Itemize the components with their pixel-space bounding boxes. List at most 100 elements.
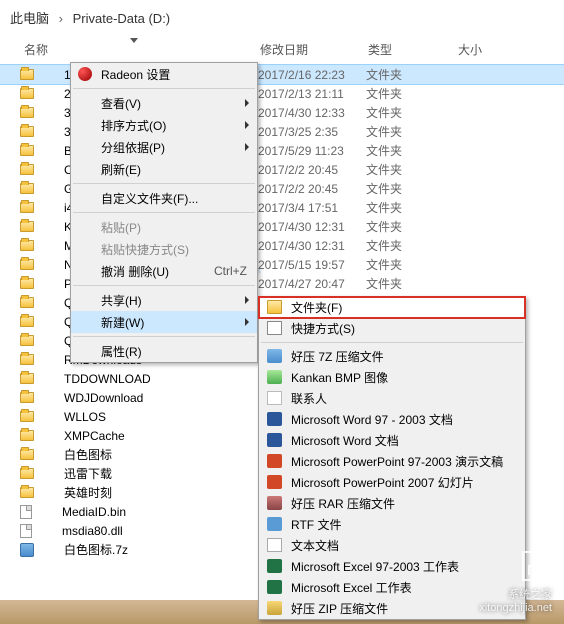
menu-refresh[interactable]: 刷新(E) (71, 158, 257, 180)
breadcrumb-sep: › (59, 11, 63, 26)
chevron-right-icon (245, 318, 249, 326)
file-name: WDJDownload (40, 391, 258, 405)
submenu-item[interactable]: 好压 RAR 压缩文件 (259, 493, 525, 514)
folder-icon (20, 240, 34, 251)
menu-radeon[interactable]: Radeon 设置 (71, 63, 257, 85)
col-date[interactable]: 修改日期 (260, 41, 368, 58)
submenu-label: Microsoft Word 97 - 2003 文档 (291, 411, 453, 428)
submenu-label: 文件夹(F) (291, 299, 342, 316)
submenu-label: 好压 RAR 压缩文件 (291, 495, 395, 512)
breadcrumb-current[interactable]: Private-Data (D:) (73, 11, 171, 26)
folder-icon (20, 468, 34, 479)
file-type: 文件夹 (366, 218, 456, 235)
folder-icon (20, 183, 34, 194)
submenu-item[interactable]: 文件夹(F) (259, 297, 525, 318)
menu-sep (73, 183, 255, 184)
file-type: 文件夹 (366, 66, 456, 83)
radeon-icon (78, 67, 92, 81)
menu-sort[interactable]: 排序方式(O) (71, 114, 257, 136)
filetype-icon (267, 454, 282, 468)
menu-group[interactable]: 分组依据(P) (71, 136, 257, 158)
folder-icon (20, 354, 34, 365)
file-name: 白色图标.7z (40, 541, 258, 558)
submenu-item[interactable]: Microsoft Word 文档 (259, 430, 525, 451)
file-type: 文件夹 (366, 275, 456, 292)
menu-view[interactable]: 查看(V) (71, 92, 257, 114)
menu-sep (73, 336, 255, 337)
file-date: 2017/4/30 12:31 (258, 239, 366, 253)
submenu-label: 好压 7Z 压缩文件 (291, 348, 384, 365)
submenu-item[interactable]: Microsoft PowerPoint 97-2003 演示文稿 (259, 451, 525, 472)
chevron-right-icon (245, 296, 249, 304)
filetype-icon (267, 433, 282, 447)
menu-new[interactable]: 新建(W) (71, 311, 257, 333)
chevron-right-icon (245, 121, 249, 129)
folder-icon (20, 392, 34, 403)
folder-icon (20, 164, 34, 175)
file-name: WLLOS (40, 410, 258, 424)
submenu-item[interactable]: Microsoft Word 97 - 2003 文档 (259, 409, 525, 430)
file-type: 文件夹 (366, 142, 456, 159)
menu-sep (73, 285, 255, 286)
file-date: 2017/2/13 21:11 (258, 87, 366, 101)
file-type: 文件夹 (366, 85, 456, 102)
folder-icon (20, 449, 34, 460)
file-name: msdia80.dll (38, 524, 256, 538)
logo-icon (522, 551, 552, 581)
submenu-item[interactable]: RTF 文件 (259, 514, 525, 535)
menu-properties[interactable]: 属性(R) (71, 340, 257, 362)
shortcut-label: Ctrl+Z (214, 264, 247, 278)
col-size[interactable]: 大小 (458, 41, 518, 58)
file-date: 2017/4/30 12:31 (258, 220, 366, 234)
folder-icon (20, 297, 34, 308)
submenu-label: 好压 ZIP 压缩文件 (291, 600, 388, 617)
breadcrumb-root[interactable]: 此电脑 (10, 11, 49, 26)
file-type: 文件夹 (366, 180, 456, 197)
filetype-icon (267, 496, 282, 510)
submenu-label: Microsoft Word 文档 (291, 432, 399, 449)
filetype-icon (267, 391, 282, 405)
submenu-item[interactable]: Microsoft PowerPoint 2007 幻灯片 (259, 472, 525, 493)
logo-watermark: 系统之家 xitongzhijia.net (479, 551, 552, 614)
file-date: 2017/5/15 19:57 (258, 258, 366, 272)
menu-share[interactable]: 共享(H) (71, 289, 257, 311)
menu-undo[interactable]: 撤消 删除(U)Ctrl+Z (71, 260, 257, 282)
folder-icon (20, 316, 34, 327)
submenu-item[interactable]: 好压 7Z 压缩文件 (259, 346, 525, 367)
submenu-label: Microsoft PowerPoint 97-2003 演示文稿 (291, 453, 503, 470)
breadcrumb[interactable]: 此电脑 › Private-Data (D:) (0, 0, 564, 35)
filetype-icon (267, 349, 282, 363)
col-name[interactable]: 名称 (0, 41, 260, 58)
file-date: 2017/4/30 12:33 (258, 106, 366, 120)
submenu-label: 快捷方式(S) (291, 320, 355, 337)
chevron-right-icon (245, 99, 249, 107)
file-date: 2017/2/2 20:45 (258, 182, 366, 196)
menu-sep (73, 88, 255, 89)
file-type: 文件夹 (366, 104, 456, 121)
file-name: 迅雷下载 (40, 465, 258, 482)
file-type: 文件夹 (366, 161, 456, 178)
filetype-icon (267, 300, 282, 314)
folder-icon (20, 221, 34, 232)
file-icon (20, 524, 32, 538)
context-menu[interactable]: Radeon 设置 查看(V) 排序方式(O) 分组依据(P) 刷新(E) 自定… (70, 62, 258, 363)
folder-icon (20, 107, 34, 118)
submenu-item[interactable]: 联系人 (259, 388, 525, 409)
submenu-label: Kankan BMP 图像 (291, 369, 388, 386)
file-type: 文件夹 (366, 237, 456, 254)
submenu-label: Microsoft Excel 工作表 (291, 579, 412, 596)
folder-icon (20, 202, 34, 213)
archive-icon (20, 543, 34, 557)
submenu-item[interactable]: Kankan BMP 图像 (259, 367, 525, 388)
filetype-icon (267, 517, 282, 531)
file-type: 文件夹 (366, 256, 456, 273)
col-type[interactable]: 类型 (368, 41, 458, 58)
menu-paste: 粘贴(P) (71, 216, 257, 238)
filetype-icon (267, 538, 282, 552)
filetype-icon (267, 601, 282, 615)
folder-icon (20, 430, 34, 441)
file-date: 2017/3/25 2:35 (258, 125, 366, 139)
submenu-item[interactable]: 快捷方式(S) (259, 318, 525, 339)
menu-customize[interactable]: 自定义文件夹(F)... (71, 187, 257, 209)
filetype-icon (267, 321, 282, 335)
